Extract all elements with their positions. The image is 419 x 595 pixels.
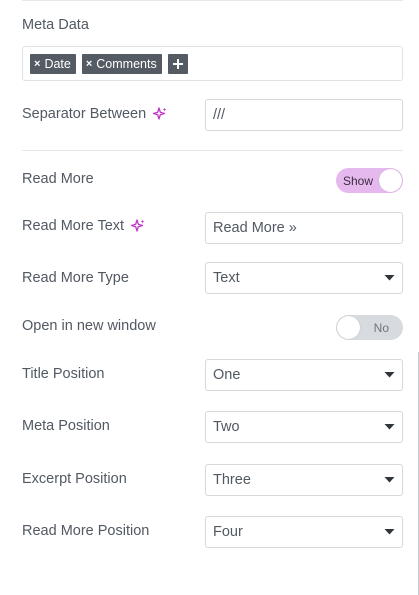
read-more-toggle-text: Show	[343, 173, 374, 188]
tag-comments[interactable]: × Comments	[81, 53, 162, 74]
excerpt-position-label: Excerpt Position	[22, 471, 127, 487]
toggle-knob	[379, 169, 402, 192]
chevron-down-icon	[384, 275, 395, 281]
chevron-down-icon	[384, 424, 395, 430]
read-more-text-label-text: Read More Text	[22, 218, 125, 234]
read-more-toggle[interactable]: Show	[336, 168, 403, 193]
meta-position-label: Meta Position	[22, 418, 110, 434]
read-more-position-select[interactable]: Four	[205, 516, 403, 548]
read-more-type-value: Text	[213, 270, 240, 286]
top-divider	[22, 0, 403, 1]
remove-tag-icon[interactable]: ×	[34, 58, 40, 70]
chevron-down-icon	[384, 529, 395, 535]
sparkle-icon[interactable]	[152, 106, 168, 122]
read-more-text-value: Read More »	[213, 220, 297, 236]
new-window-toggle-text: No	[373, 320, 389, 335]
read-more-label: Read More	[22, 171, 94, 187]
meta-position-select[interactable]: Two	[205, 411, 403, 443]
section-divider	[22, 150, 403, 151]
toggle-knob	[337, 316, 360, 339]
sparkle-icon[interactable]	[130, 218, 146, 234]
meta-data-label-text: Meta Data	[22, 17, 89, 33]
read-more-position-label-text: Read More Position	[22, 523, 150, 539]
meta-position-value: Two	[213, 419, 240, 435]
plus-icon	[172, 58, 183, 69]
read-more-text-label: Read More Text	[22, 218, 146, 234]
excerpt-position-value: Three	[213, 472, 251, 488]
read-more-position-value: Four	[213, 524, 243, 540]
title-position-label: Title Position	[22, 366, 104, 382]
meta-data-label: Meta Data	[22, 17, 89, 33]
read-more-type-label: Read More Type	[22, 270, 129, 286]
new-window-label: Open in new window	[22, 318, 156, 334]
title-position-label-text: Title Position	[22, 366, 105, 382]
separator-label: Separator Between	[22, 106, 168, 122]
chevron-down-icon	[384, 477, 395, 483]
title-position-select[interactable]: One	[205, 359, 403, 391]
meta-position-label-text: Meta Position	[22, 418, 110, 434]
remove-tag-icon[interactable]: ×	[86, 58, 92, 70]
title-position-value: One	[213, 367, 241, 383]
separator-label-text: Separator Between	[22, 106, 147, 122]
separator-value: ///	[213, 107, 226, 123]
separator-input[interactable]: ///	[205, 99, 403, 131]
new-window-toggle[interactable]: No	[336, 315, 403, 340]
meta-data-tags-field[interactable]: × Date × Comments	[22, 46, 403, 81]
read-more-type-label-text: Read More Type	[22, 270, 129, 286]
tag-label: Date	[44, 56, 71, 71]
new-window-label-text: Open in new window	[22, 318, 156, 334]
read-more-position-label: Read More Position	[22, 523, 149, 539]
excerpt-position-label-text: Excerpt Position	[22, 471, 127, 487]
read-more-type-select[interactable]: Text	[205, 262, 403, 294]
chevron-down-icon	[384, 372, 395, 378]
tag-label: Comments	[96, 56, 157, 71]
read-more-text-input[interactable]: Read More »	[205, 212, 403, 244]
excerpt-position-select[interactable]: Three	[205, 464, 403, 496]
read-more-label-text: Read More	[22, 171, 94, 187]
tag-date[interactable]: × Date	[30, 53, 76, 74]
add-tag-button[interactable]	[167, 53, 188, 74]
